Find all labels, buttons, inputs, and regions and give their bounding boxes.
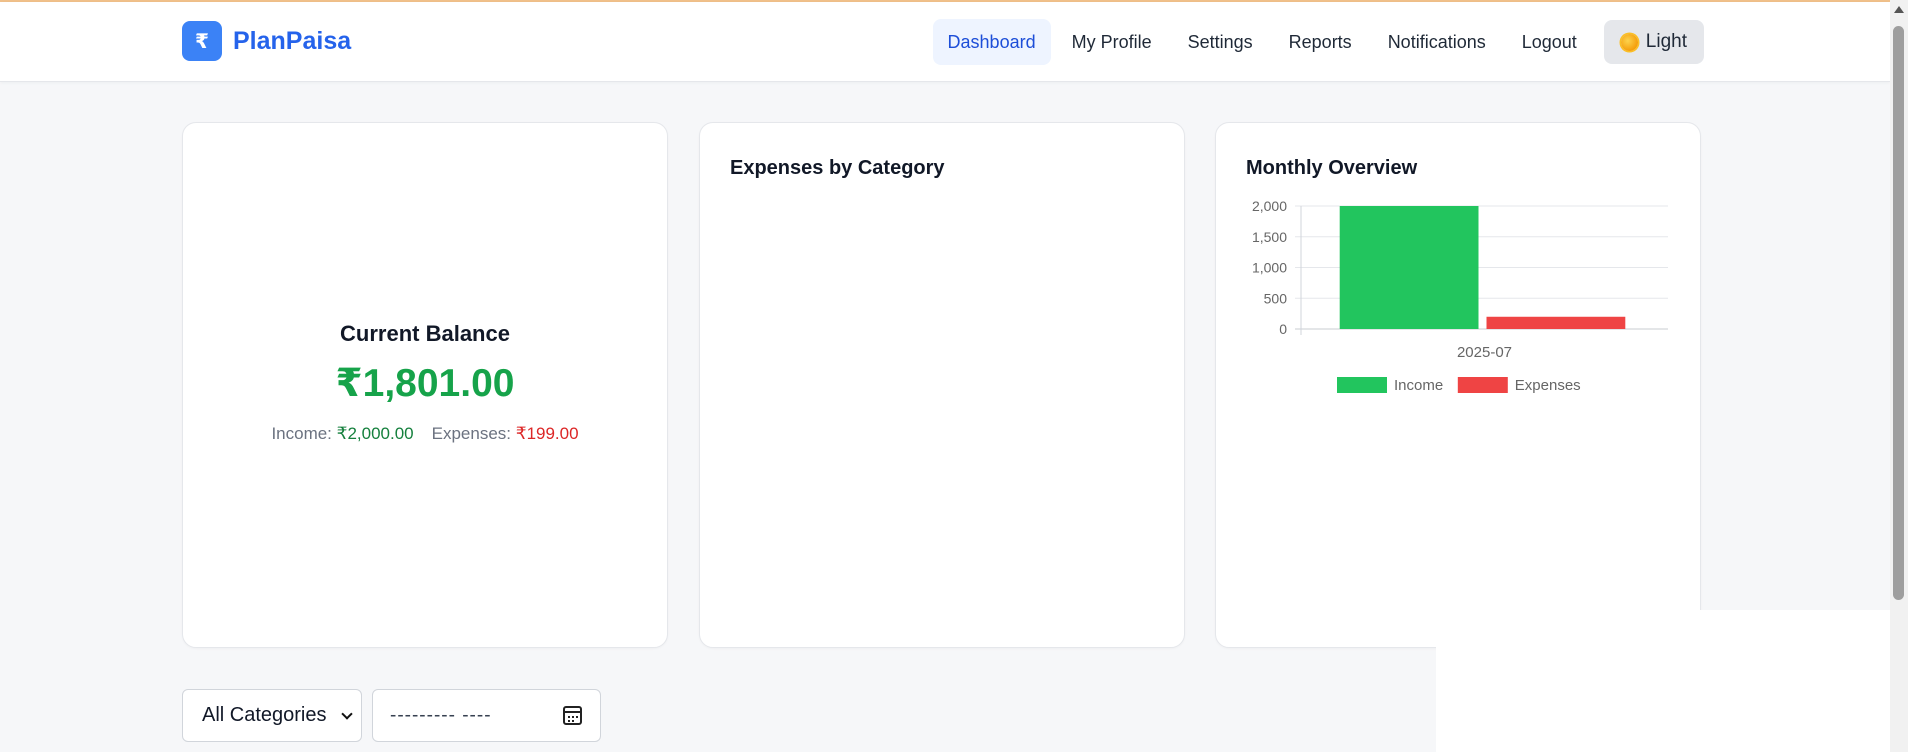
balance-breakdown: Income: ₹2,000.00 Expenses: ₹199.00 <box>183 424 667 444</box>
page-scrollbar[interactable] <box>1890 0 1908 752</box>
y-tick-label: 0 <box>1279 321 1287 337</box>
y-tick-label: 500 <box>1264 290 1288 306</box>
scrollbar-thumb[interactable] <box>1893 26 1904 600</box>
expenses-label: Expenses: <box>431 424 516 443</box>
category-select-value: All Categories <box>202 704 327 726</box>
chevron-down-icon <box>341 708 353 720</box>
monthly-overview-card: Monthly Overview 0 500 1,000 1,500 2,000 2025… <box>1215 122 1701 648</box>
y-tick-label: 1,500 <box>1252 229 1287 245</box>
balance-content: Current Balance ₹1,801.00 Income: ₹2,000… <box>183 321 667 444</box>
x-tick-label: 2025-07 <box>1457 344 1512 361</box>
balance-amount: ₹1,801.00 <box>335 362 515 405</box>
top-navbar: ₹ PlanPaisa Dashboard My Profile Setting… <box>0 2 1890 82</box>
sun-icon <box>1620 33 1638 51</box>
rupee-logo-icon: ₹ <box>182 21 222 61</box>
nav-reports[interactable]: Reports <box>1274 19 1367 65</box>
monthly-overview-chart: 0 500 1,000 1,500 2,000 2025-07 Income Expenses <box>1252 198 1668 394</box>
legend-swatch-income <box>1337 377 1387 393</box>
category-filter-select[interactable]: All Categories <box>182 689 362 742</box>
scroll-up-arrow-icon[interactable] <box>1894 6 1904 13</box>
expenses-card-title: Expenses by Category <box>730 157 945 179</box>
theme-toggle-button[interactable]: Light <box>1603 20 1704 64</box>
nav-dashboard[interactable]: Dashboard <box>932 19 1051 65</box>
legend-label-expenses: Expenses <box>1515 377 1581 394</box>
expenses-by-category-card: Expenses by Category <box>699 122 1185 648</box>
calendar-icon[interactable] <box>563 706 582 725</box>
legend-label-income: Income <box>1394 377 1443 394</box>
blank-overlay-panel <box>1436 610 1890 752</box>
bar-expenses <box>1486 316 1626 329</box>
theme-toggle-label: Light <box>1645 31 1687 52</box>
date-placeholder: --------- ---- <box>390 704 492 726</box>
y-tick-label: 1,000 <box>1252 260 1287 276</box>
balance-card: Current Balance ₹1,801.00 Income: ₹2,000… <box>182 122 668 648</box>
brand-name: PlanPaisa <box>233 26 352 55</box>
legend-swatch-expenses <box>1457 377 1508 393</box>
nav-my-profile[interactable]: My Profile <box>1057 19 1167 65</box>
nav-settings[interactable]: Settings <box>1173 19 1268 65</box>
date-filter-input[interactable]: --------- ---- <box>372 689 601 742</box>
y-tick-label: 2,000 <box>1252 198 1287 214</box>
expenses-value: ₹199.00 <box>515 424 579 443</box>
bar-income <box>1339 206 1479 329</box>
brand[interactable]: ₹ PlanPaisa <box>182 21 351 61</box>
income-value: ₹2,000.00 <box>336 424 414 443</box>
main-nav: Dashboard My Profile Settings Reports No… <box>932 19 1704 65</box>
balance-title: Current Balance <box>340 321 510 346</box>
nav-logout[interactable]: Logout <box>1507 19 1592 65</box>
nav-notifications[interactable]: Notifications <box>1373 19 1501 65</box>
income-label: Income: <box>271 424 337 443</box>
